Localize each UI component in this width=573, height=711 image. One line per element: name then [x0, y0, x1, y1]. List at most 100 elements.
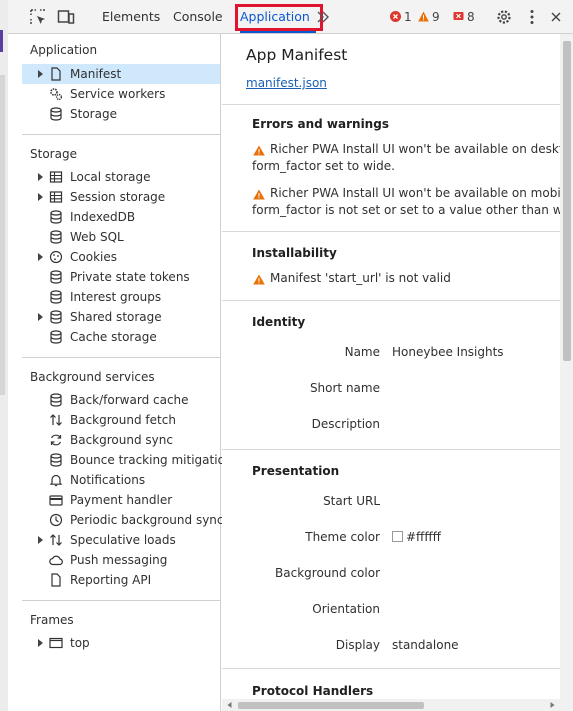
sidebar-item-service-workers[interactable]: Service workers [22, 84, 220, 104]
sidebar-item-bounce-tracking[interactable]: Bounce tracking mitigations [22, 450, 239, 470]
warning-line: form_factor is not set or set to a value… [252, 203, 560, 217]
sidebar-item-background-sync[interactable]: Background sync [22, 430, 220, 450]
sidebar-item-label: Interest groups [70, 290, 162, 304]
sidebar-item-background-fetch[interactable]: Background fetch [22, 410, 220, 430]
cloud-icon [49, 555, 63, 566]
sidebar-item-speculative-loads[interactable]: Speculative loads [22, 530, 220, 550]
more-options-icon[interactable] [523, 8, 541, 26]
expand-arrow-icon[interactable] [38, 70, 43, 78]
sidebar-item-local-storage[interactable]: Local storage [22, 167, 220, 187]
sidebar-item-frame-top[interactable]: top [22, 633, 220, 653]
sidebar-item-session-storage[interactable]: Session storage [22, 187, 220, 207]
sidebar-item-interest-groups[interactable]: Interest groups [22, 287, 220, 307]
sidebar-item-indexeddb[interactable]: IndexedDB [22, 207, 220, 227]
inspect-element-icon[interactable] [29, 8, 47, 26]
warning-badge[interactable]: 9 [418, 10, 440, 24]
sidebar-item-label: top [70, 636, 90, 650]
warning-message: Richer PWA Install UI won't be available… [252, 185, 560, 219]
sidebar-item-cache-storage[interactable]: Cache storage [22, 327, 220, 347]
scroll-left-icon[interactable] [226, 701, 233, 709]
vertical-scrollbar[interactable] [560, 34, 573, 699]
sidebar-item-label: Web SQL [70, 230, 124, 244]
expand-arrow-icon[interactable] [38, 536, 43, 544]
database-icon [50, 290, 62, 304]
tab-console[interactable]: Console [173, 9, 223, 24]
sidebar-item-periodic-sync[interactable]: Periodic background sync [22, 510, 224, 530]
section-divider [222, 449, 560, 450]
error-badge[interactable]: 1 [390, 10, 412, 24]
section-title-background-services: Background services [30, 370, 155, 384]
expand-arrow-icon[interactable] [38, 639, 43, 647]
database-icon [50, 393, 62, 407]
sidebar-item-push-messaging[interactable]: Push messaging [22, 550, 220, 570]
sidebar-item-label: Notifications [70, 473, 146, 487]
sidebar-item-label: Cookies [70, 250, 117, 264]
sidebar-item-label: Shared storage [70, 310, 162, 324]
bell-icon [49, 474, 63, 487]
warning-icon [253, 189, 265, 200]
errors-header: Errors and warnings [252, 117, 389, 131]
section-divider [222, 300, 560, 301]
arrows-updown-icon [50, 414, 62, 426]
start-url-label: Start URL [323, 494, 380, 508]
sidebar-item-payment-handler[interactable]: Payment handler [22, 490, 220, 510]
section-divider [222, 668, 560, 669]
sidebar-item-label: Private state tokens [70, 270, 190, 284]
sidebar-item-web-sql[interactable]: Web SQL [22, 227, 220, 247]
cookie-icon [49, 250, 63, 264]
issue-icon [453, 12, 464, 20]
close-icon[interactable] [549, 10, 563, 24]
short-name-label: Short name [309, 381, 380, 395]
horizontal-scrollbar[interactable] [222, 699, 573, 711]
sidebar-item-manifest[interactable]: Manifest [22, 64, 220, 84]
active-tab-indicator [240, 31, 316, 33]
arrows-updown-icon [50, 534, 62, 546]
sidebar-item-label: Cache storage [70, 330, 157, 344]
sidebar-item-label: Reporting API [70, 573, 152, 587]
database-icon [50, 230, 62, 244]
database-icon [50, 210, 62, 224]
warning-message: Richer PWA Install UI won't be available… [252, 141, 560, 175]
sidebar-item-label: Local storage [70, 170, 151, 184]
section-title-frames: Frames [30, 613, 74, 627]
more-tabs-icon[interactable] [316, 9, 330, 25]
name-value: Honeybee Insights [392, 345, 504, 359]
section-divider [222, 231, 560, 232]
gears-icon [50, 88, 63, 101]
background-color-label: Background color [275, 566, 380, 580]
sidebar-item-storage[interactable]: Storage [22, 104, 220, 124]
sidebar-item-label: Bounce tracking mitigations [70, 453, 239, 467]
sidebar-item-private-state-tokens[interactable]: Private state tokens [22, 267, 220, 287]
database-icon [50, 310, 62, 324]
devtools-toolbar: Elements Console Application 1 9 8 [8, 0, 573, 34]
sidebar-item-back-forward-cache[interactable]: Back/forward cache [22, 390, 220, 410]
warning-line: form_factor set to wide. [252, 159, 395, 173]
theme-color-label: Theme color [305, 530, 380, 544]
sidebar-item-shared-storage[interactable]: Shared storage [22, 307, 220, 327]
sidebar-item-label: Speculative loads [70, 533, 176, 547]
settings-icon[interactable] [495, 8, 513, 26]
expand-arrow-icon[interactable] [38, 173, 43, 181]
sidebar-item-reporting-api[interactable]: Reporting API [22, 570, 220, 590]
manifest-link[interactable]: manifest.json [246, 76, 327, 90]
database-icon [50, 270, 62, 284]
warning-line: Richer PWA Install UI won't be available… [270, 186, 560, 200]
sidebar-item-label: Service workers [70, 87, 166, 101]
sidebar-item-notifications[interactable]: Notifications [22, 470, 220, 490]
scroll-right-icon[interactable] [549, 701, 556, 709]
database-icon [50, 107, 62, 121]
section-title-storage: Storage [30, 147, 77, 161]
device-toolbar-icon[interactable] [57, 8, 75, 26]
sidebar-item-label: Background fetch [70, 413, 176, 427]
horizontal-scroll-thumb[interactable] [238, 702, 424, 709]
tab-elements[interactable]: Elements [102, 9, 160, 24]
sidebar-item-cookies[interactable]: Cookies [22, 247, 220, 267]
expand-arrow-icon[interactable] [38, 313, 43, 321]
issues-badge[interactable]: 8 [453, 10, 475, 24]
section-divider [22, 600, 221, 601]
manifest-panel: App Manifest manifest.json Errors and wa… [222, 34, 560, 699]
sidebar-item-label: IndexedDB [70, 210, 136, 224]
vertical-scroll-thumb[interactable] [563, 41, 571, 361]
expand-arrow-icon[interactable] [38, 193, 43, 201]
expand-arrow-icon[interactable] [38, 253, 43, 261]
